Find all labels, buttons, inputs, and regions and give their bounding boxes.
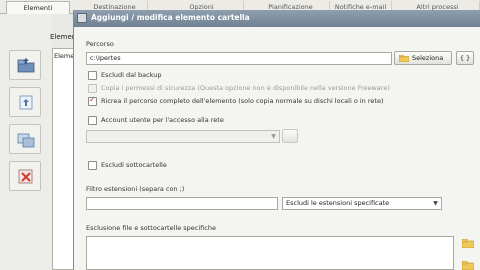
browse-file-icon[interactable] bbox=[462, 261, 474, 270]
copy-permissions-label: Copia i permessi di sicurezza (Questa op… bbox=[101, 84, 390, 92]
copy-permissions-checkbox[interactable] bbox=[88, 84, 97, 93]
network-account-select[interactable]: ▼ bbox=[86, 130, 280, 143]
dialog-window-icon bbox=[77, 13, 87, 23]
dialog-titlebar[interactable]: Aggiungi / modifica elemento cartella bbox=[74, 10, 480, 27]
exclude-backup-label: Escludi dal backup bbox=[101, 71, 162, 79]
path-input[interactable]: c:\Ipertes bbox=[86, 52, 392, 65]
add-file-button[interactable] bbox=[9, 87, 41, 117]
exclude-subfolders-label: Escludi sottocartelle bbox=[101, 161, 167, 169]
full-path-checkbox[interactable] bbox=[88, 95, 97, 106]
chevron-down-icon: ▼ bbox=[271, 133, 276, 140]
exclusion-list[interactable] bbox=[86, 236, 454, 270]
exclude-backup-checkbox[interactable] bbox=[88, 71, 97, 80]
delete-element-icon bbox=[18, 169, 33, 184]
variables-button[interactable]: { } bbox=[456, 51, 474, 65]
network-account-button[interactable] bbox=[282, 129, 298, 143]
folder-icon bbox=[399, 55, 409, 62]
filter-mode-value: Escludi le estensioni specificate bbox=[286, 199, 390, 207]
exclude-subfolders-checkbox[interactable] bbox=[88, 161, 97, 170]
exclusion-label: Esclusione file e sottocartelle specific… bbox=[86, 224, 216, 232]
add-file-icon bbox=[19, 95, 33, 110]
browse-folder-icon[interactable] bbox=[462, 239, 474, 248]
dialog-title: Aggiungi / modifica elemento cartella bbox=[91, 13, 250, 22]
extension-filter-label: Filtro estensioni (separa con ;) bbox=[86, 185, 185, 193]
network-account-checkbox[interactable] bbox=[88, 116, 97, 125]
filter-mode-select[interactable]: Escludi le estensioni specificate ▼ bbox=[282, 197, 442, 210]
add-folder-icon bbox=[17, 58, 35, 73]
extension-filter-input[interactable] bbox=[86, 197, 278, 210]
edit-element-button[interactable] bbox=[9, 124, 41, 154]
path-label: Percorso bbox=[86, 40, 114, 48]
delete-element-button[interactable] bbox=[9, 161, 41, 191]
edit-element-icon bbox=[17, 133, 35, 148]
browse-button[interactable]: Seleziona bbox=[394, 51, 452, 65]
chevron-down-icon: ▼ bbox=[433, 200, 438, 207]
browse-button-label: Seleziona bbox=[412, 54, 444, 62]
edit-folder-dialog: Aggiungi / modifica elemento cartella Pe… bbox=[73, 10, 480, 270]
add-folder-button[interactable] bbox=[9, 50, 41, 80]
network-account-label: Account utente per l'accesso alla rete bbox=[101, 116, 224, 124]
tab-elementi[interactable]: Elementi bbox=[6, 1, 70, 14]
full-path-label: Ricrea il percorso completo dell'element… bbox=[101, 97, 384, 105]
